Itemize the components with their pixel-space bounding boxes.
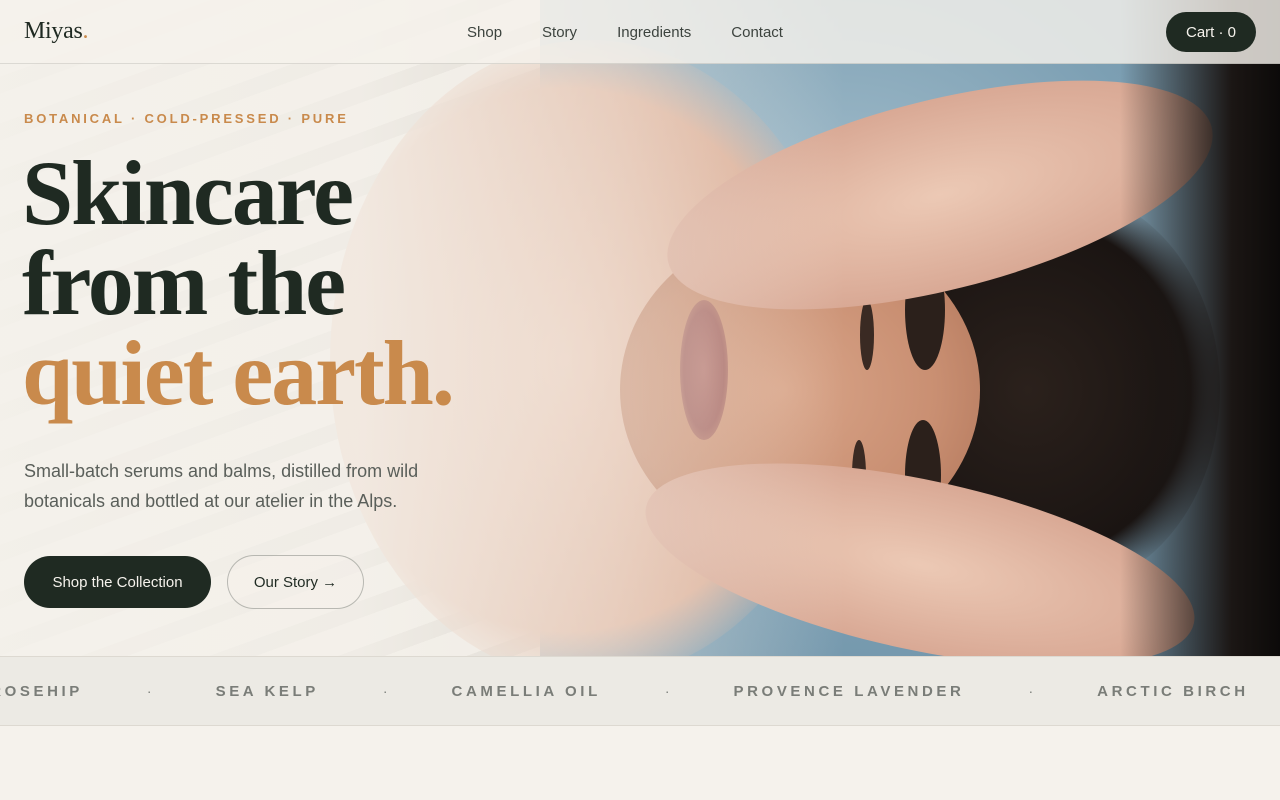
logo-text: Miyas (24, 18, 83, 44)
page-continuation (0, 726, 1280, 800)
hero-eyebrow: BOTANICAL · COLD-PRESSED · PURE (24, 111, 349, 126)
marquee-item: CAMELLIA OIL (451, 682, 601, 700)
nav-links: Shop Story Ingredients Contact (467, 0, 783, 64)
hero-section: BOTANICAL · COLD-PRESSED · PURE Skincare… (0, 0, 1280, 656)
marquee-item: D ROSEHIP (0, 682, 83, 700)
nav-link-story[interactable]: Story (542, 24, 577, 41)
marquee-item: ARCTIC BIRCH (1097, 682, 1249, 700)
nav-link-contact[interactable]: Contact (731, 24, 783, 41)
brand-logo[interactable]: Miyas. (24, 18, 89, 45)
marquee-item: PROVENCE LAVENDER (733, 682, 965, 700)
marquee-track: D ROSEHIP · SEA KELP · CAMELLIA OIL · PR… (0, 657, 1249, 725)
marquee-item: SEA KELP (215, 682, 319, 700)
headline-accent: quiet earth. (22, 322, 455, 424)
top-nav: Miyas. Shop Story Ingredients Contact Ca… (0, 0, 1280, 64)
headline-line-1: Skincare (22, 142, 354, 244)
nav-link-shop[interactable]: Shop (467, 24, 502, 41)
nav-link-ingredients[interactable]: Ingredients (617, 24, 691, 41)
hero-headline: Skincare from the quiet earth. (22, 142, 455, 424)
ingredient-marquee: D ROSEHIP · SEA KELP · CAMELLIA OIL · PR… (0, 656, 1280, 726)
marquee-separator: · (1028, 683, 1034, 699)
cart-button[interactable]: Cart · 0 (1165, 12, 1256, 52)
headline-line-2: from the (22, 232, 346, 334)
hero-description: Small-batch serums and balms, distilled … (24, 461, 419, 511)
shop-collection-button[interactable]: Shop the Collection (24, 556, 211, 608)
logo-dot: . (82, 18, 89, 44)
marquee-separator: · (146, 683, 152, 699)
marquee-separator: · (664, 683, 670, 699)
marquee-separator: · (382, 683, 388, 699)
our-story-button[interactable]: Our Story → (227, 555, 364, 609)
